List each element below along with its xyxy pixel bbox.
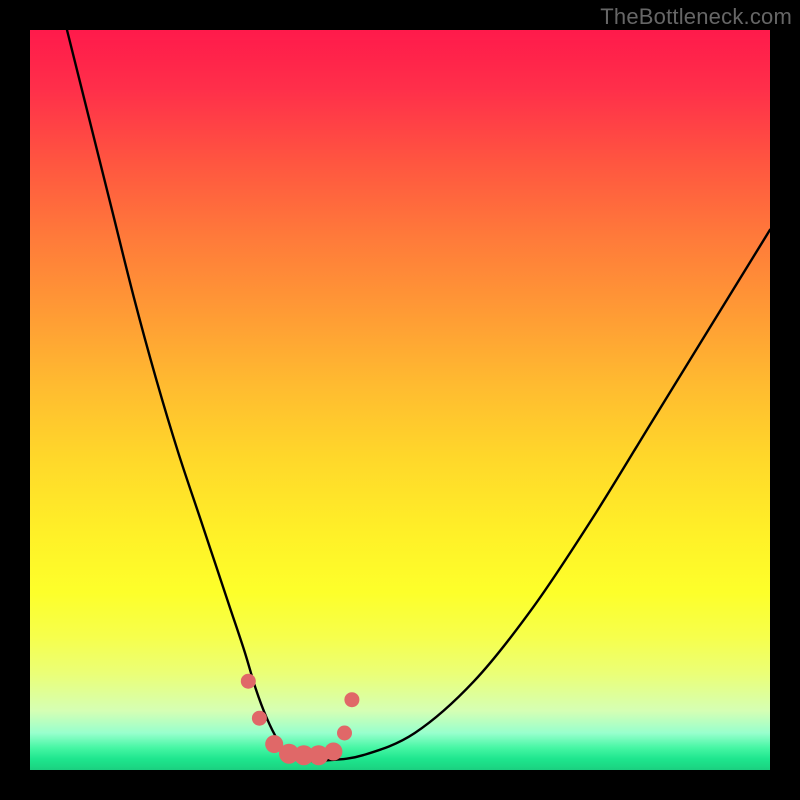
watermark-text: TheBottleneck.com	[600, 4, 792, 30]
marker-dot	[324, 743, 342, 761]
chart-frame: TheBottleneck.com	[0, 0, 800, 800]
marker-dots-group	[241, 674, 360, 766]
bottleneck-curve	[67, 30, 770, 761]
marker-dot	[241, 674, 256, 689]
chart-svg	[30, 30, 770, 770]
marker-dot	[337, 726, 352, 741]
marker-dot	[344, 692, 359, 707]
marker-dot	[252, 711, 267, 726]
